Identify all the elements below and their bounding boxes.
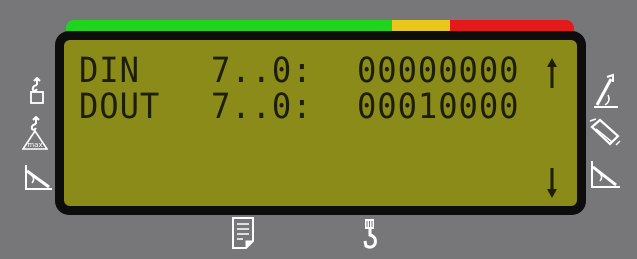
din-value: 00000000 [357, 51, 520, 91]
boom-lower-icon[interactable] [590, 159, 622, 189]
boom-raise-icon[interactable] [591, 73, 621, 109]
max-load-triangle-icon[interactable]: max [22, 116, 48, 150]
hook-load-icon[interactable] [29, 77, 45, 105]
dout-value: 00010000 [357, 87, 520, 127]
lcd-bezel: DIN 7..0: 00000000 DOUT 7..0: 00010000 [55, 31, 586, 215]
dout-range: 7..0: [211, 87, 313, 127]
boom-extend-icon[interactable] [588, 117, 622, 147]
lcd-screen: DIN 7..0: 00000000 DOUT 7..0: 00010000 [64, 40, 577, 206]
max-label: max [27, 141, 42, 149]
scroll-down-arrow-icon[interactable] [545, 166, 559, 200]
report-document-icon[interactable] [231, 217, 255, 249]
boom-angle-icon[interactable] [24, 163, 54, 191]
din-label: DIN [79, 51, 140, 91]
scroll-up-arrow-icon[interactable] [545, 56, 559, 90]
crane-monitor-panel: DIN 7..0: 00000000 DOUT 7..0: 00010000 m… [0, 0, 637, 259]
dout-label: DOUT [79, 87, 161, 127]
din-range: 7..0: [211, 51, 313, 91]
crane-hook-icon[interactable] [361, 218, 379, 250]
